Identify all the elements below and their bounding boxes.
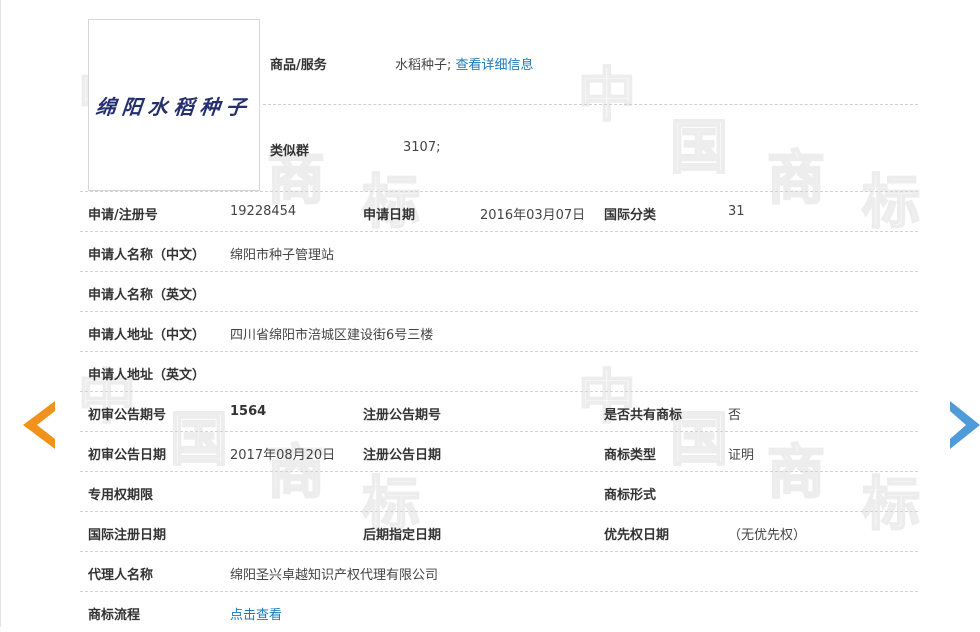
app-date-label: 申请日期 — [363, 208, 416, 223]
shared-value: 否 — [728, 408, 742, 423]
reg-date-label: 注册公告日期 — [363, 448, 442, 463]
address-cn-label: 申请人地址（中文） — [88, 328, 206, 343]
priority-date-label: 优先权日期 — [604, 528, 670, 543]
applicant-en-label: 申请人名称（英文） — [88, 288, 206, 303]
reg-issue-label: 注册公告期号 — [363, 408, 442, 423]
agent-value: 绵阳圣兴卓越知识产权代理有限公司 — [230, 568, 439, 583]
address-en-label: 申请人地址（英文） — [88, 368, 206, 383]
goods-detail-link[interactable]: 查看详细信息 — [456, 58, 534, 73]
trademark-image-text: 绵阳水稻种子 — [94, 94, 254, 119]
table-row: 代理人名称 绵阳圣兴卓越知识产权代理有限公司 — [80, 551, 918, 592]
goods-services-value: 水稻种子; — [395, 58, 452, 73]
priority-date-value: （无优先权） — [728, 528, 807, 543]
reg-no-label: 申请/注册号 — [88, 208, 158, 223]
table-row: 申请人名称（中文） 绵阳市种子管理站 — [80, 231, 918, 272]
trademark-image: 绵阳水稻种子 — [88, 19, 260, 191]
table-row: 专用权期限 商标形式 — [80, 471, 918, 512]
later-date-label: 后期指定日期 — [363, 528, 442, 543]
table-row: 申请人名称（英文） — [80, 271, 918, 312]
flow-label: 商标流程 — [88, 608, 141, 623]
app-date-value: 2016年03月07日 — [480, 208, 586, 223]
similar-group-label: 类似群 — [270, 144, 310, 159]
applicant-cn-value: 绵阳市种子管理站 — [230, 248, 335, 263]
applicant-cn-label: 申请人名称（中文） — [88, 248, 206, 263]
table-row: 申请人地址（英文） — [80, 351, 918, 392]
table-row: 申请人地址（中文） 四川省绵阳市涪城区建设街6号三楼 — [80, 311, 918, 352]
goods-services-label: 商品/服务 — [270, 58, 327, 73]
shared-label: 是否共有商标 — [604, 408, 683, 423]
table-row: 商标流程 点击查看 — [80, 591, 918, 632]
agent-label: 代理人名称 — [88, 568, 154, 583]
intl-reg-date-label: 国际注册日期 — [88, 528, 167, 543]
prev-arrow-icon[interactable] — [23, 401, 55, 449]
similar-group-row: 类似群 3107; — [263, 132, 918, 190]
similar-group-value: 3107; — [403, 140, 441, 155]
table-row: 初审公告期号 1564 注册公告期号 是否共有商标 否 — [80, 391, 918, 432]
next-arrow-icon[interactable] — [950, 401, 980, 449]
prelim-issue-value: 1564 — [230, 404, 267, 419]
page-border — [0, 0, 1, 627]
flow-view-link[interactable]: 点击查看 — [230, 604, 282, 623]
tm-type-value: 证明 — [728, 448, 755, 463]
address-cn-value: 四川省绵阳市涪城区建设街6号三楼 — [230, 328, 434, 343]
exclusive-label: 专用权期限 — [88, 488, 154, 503]
tm-form-label: 商标形式 — [604, 488, 657, 503]
goods-services-row: 商品/服务 水稻种子; 查看详细信息 — [263, 46, 918, 105]
prelim-date-value: 2017年08月20日 — [230, 448, 336, 463]
reg-no-value: 19228454 — [230, 204, 297, 219]
intl-class-label: 国际分类 — [604, 208, 657, 223]
table-row: 初审公告日期 2017年08月20日 注册公告日期 商标类型 证明 — [80, 431, 918, 472]
table-row: 申请/注册号 19228454 申请日期 2016年03月07日 国际分类 31 — [80, 191, 918, 232]
tm-type-label: 商标类型 — [604, 448, 657, 463]
prelim-date-label: 初审公告日期 — [88, 448, 167, 463]
intl-class-value: 31 — [728, 204, 745, 219]
table-row: 国际注册日期 后期指定日期 优先权日期 （无优先权） — [80, 511, 918, 552]
prelim-issue-label: 初审公告期号 — [88, 408, 167, 423]
